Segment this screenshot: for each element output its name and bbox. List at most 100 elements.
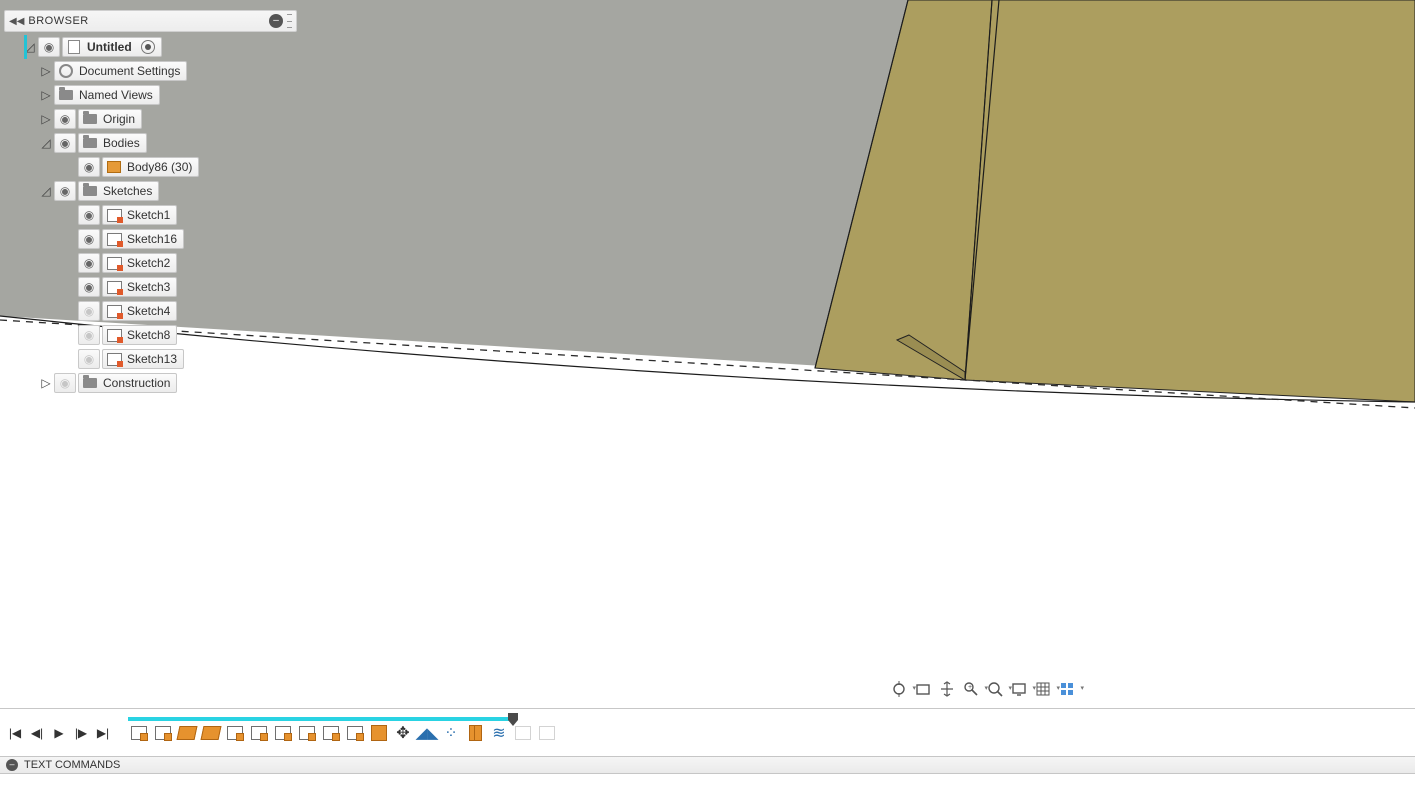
visibility-eye-icon[interactable]: ◉ [78,325,100,345]
visibility-eye-icon[interactable]: ◉ [78,301,100,321]
zoom-button[interactable]: +▾ [960,678,982,700]
timeline-feature[interactable] [368,722,390,744]
timeline-play-controls: |◀ ◀| ▶ |▶ ▶| [6,724,112,742]
gear-icon [58,63,74,79]
expand-arrow-icon[interactable]: ◿ [40,184,52,198]
visibility-eye-icon[interactable]: ◉ [38,37,60,57]
tree-construction[interactable]: ▷ ◉ Construction [40,371,304,395]
timeline-track[interactable]: ✥◢◣⁘ ≋ [128,713,560,753]
tree-doc-settings[interactable]: ▷ Document Settings [40,59,304,83]
visibility-eye-icon[interactable]: ◉ [54,109,76,129]
visibility-eye-icon[interactable]: ◉ [78,157,100,177]
timeline-step-back-button[interactable]: ◀| [28,724,46,742]
sketch-icon [106,327,122,343]
timeline-end-button[interactable]: ▶| [94,724,112,742]
timeline-feature[interactable] [536,722,558,744]
timeline-play-button[interactable]: ▶ [50,724,68,742]
timeline-feature[interactable] [320,722,342,744]
sketch-icon [106,279,122,295]
folder-icon [82,111,98,127]
expand-arrow-icon[interactable]: ▷ [40,88,52,102]
minimize-icon[interactable]: – [269,14,283,28]
visibility-eye-icon[interactable]: ◉ [78,277,100,297]
svg-text:+: + [968,684,972,691]
browser-title: BROWSER [28,15,265,27]
grid-button[interactable]: ▾ [1032,678,1054,700]
timeline-feature[interactable] [272,722,294,744]
tree-sketch-item[interactable]: ◉ Sketch4 [78,299,304,323]
timeline-feature[interactable] [248,722,270,744]
component-icon [66,39,82,55]
sketch-label: Sketch4 [127,304,170,318]
timeline-feature[interactable] [176,722,198,744]
tree-sketch-item[interactable]: ◉ Sketch8 [78,323,304,347]
expand-arrow-icon[interactable]: ▷ [40,64,52,78]
sketch-label: Sketch3 [127,280,170,294]
timeline-feature[interactable]: ≋ [488,722,510,744]
sketch-icon [106,255,122,271]
browser-panel: ◀◀ BROWSER – ◿ ◉ Untitled ▷ Document Set… [4,10,304,395]
viewports-button[interactable]: ▾ [1056,678,1078,700]
timeline-feature[interactable] [128,722,150,744]
tree-sketch-item[interactable]: ◉Sketch16 [78,227,304,251]
timeline-progress-bar [128,717,512,721]
expand-arrow-icon[interactable]: ▷ [40,376,52,390]
tree-sketch-item[interactable]: ◉ Sketch2 [78,251,304,275]
visibility-eye-icon[interactable]: ◉ [78,253,100,273]
tree-body-item[interactable]: ◉ Body86 (30) [78,155,304,179]
visibility-eye-icon[interactable]: ◉ [54,133,76,153]
timeline-scrub-handle[interactable] [508,713,516,725]
browser-tree: ◿ ◉ Untitled ▷ Document Settings ▷ Named… [4,35,304,395]
sketch-label: Sketch2 [127,256,170,270]
tree-root-component[interactable]: ◿ ◉ Untitled [24,35,304,59]
visibility-eye-icon[interactable]: ◉ [78,229,100,249]
timeline-feature[interactable] [464,722,486,744]
sketch-label: Sketch8 [127,328,170,342]
browser-header[interactable]: ◀◀ BROWSER – [4,10,297,32]
timeline-feature[interactable] [224,722,246,744]
folder-icon [82,183,98,199]
visibility-eye-icon[interactable]: ◉ [54,181,76,201]
visibility-eye-icon[interactable]: ◉ [78,349,100,369]
pan-button[interactable] [936,678,958,700]
body-icon [106,159,122,175]
timeline-feature[interactable] [152,722,174,744]
sketch-icon [106,351,122,367]
tree-named-views[interactable]: ▷ Named Views [40,83,304,107]
tree-sketch-item[interactable]: ◉ Sketch13 [78,347,304,371]
sketch-icon [106,303,122,319]
timeline-feature[interactable] [296,722,318,744]
text-commands-input[interactable] [4,774,1411,790]
orbit-button[interactable]: ▾ [888,678,910,700]
lookat-button[interactable] [912,678,934,700]
timeline-feature[interactable]: ⁘ [440,722,462,744]
display-settings-button[interactable]: ▾ [1008,678,1030,700]
timeline-feature[interactable]: ◢◣ [416,722,438,744]
tree-sketch-item[interactable]: ◉ Sketch3 [78,275,304,299]
activate-radio-icon[interactable] [141,40,155,54]
text-commands-title: TEXT COMMANDS [24,759,120,771]
timeline-feature[interactable] [200,722,222,744]
tree-origin[interactable]: ▷ ◉ Origin [40,107,304,131]
folder-icon [58,87,74,103]
tree-sketches[interactable]: ◿ ◉ Sketches [40,179,304,203]
timeline-step-fwd-button[interactable]: |▶ [72,724,90,742]
text-commands-panel: – TEXT COMMANDS [0,756,1415,790]
sketch-icon [106,231,122,247]
visibility-eye-icon[interactable]: ◉ [78,205,100,225]
expand-arrow-icon[interactable]: ▷ [40,112,52,126]
visibility-eye-icon[interactable]: ◉ [54,373,76,393]
timeline-feature[interactable]: ✥ [392,722,414,744]
collapse-left-icon[interactable]: ◀◀ [9,16,24,27]
tree-sketch-item[interactable]: ◉Sketch1 [78,203,304,227]
tree-bodies[interactable]: ◿ ◉ Bodies [40,131,304,155]
timeline-start-button[interactable]: |◀ [6,724,24,742]
drag-grip-icon[interactable] [287,14,292,28]
zoom-window-button[interactable]: ▾ [984,678,1006,700]
text-commands-header[interactable]: – TEXT COMMANDS [0,756,1415,774]
expand-arrow-icon[interactable]: ◿ [40,136,52,150]
timeline: |◀ ◀| ▶ |▶ ▶| ✥◢◣⁘ ≋ [0,708,1415,756]
sketch-label: Sketch13 [127,352,177,366]
timeline-feature[interactable] [344,722,366,744]
minimize-icon[interactable]: – [6,759,18,771]
